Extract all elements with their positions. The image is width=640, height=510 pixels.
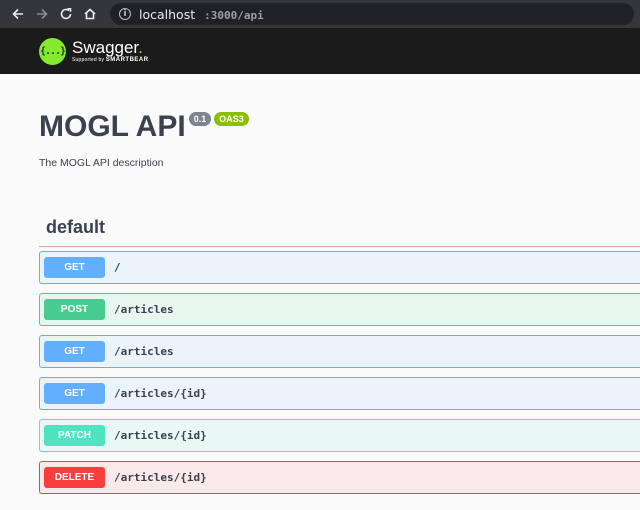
tag-name: default <box>46 217 106 237</box>
operation-delete-article-by-id[interactable]: DELETE /articles/{id} <box>39 461 640 494</box>
back-button[interactable] <box>6 2 30 26</box>
page-title: MOGL API <box>39 110 186 143</box>
swagger-logo-text[interactable]: Swagger. Supported by SMARTBEAR <box>72 37 149 64</box>
operation-path: /articles/{id} <box>114 471 207 484</box>
tag-section-default: default GET / POST /articles GET /articl… <box>0 209 640 494</box>
operation-path: / <box>114 261 121 274</box>
forward-button[interactable] <box>30 2 54 26</box>
info-icon[interactable]: i <box>119 8 131 20</box>
operation-patch-article-by-id[interactable]: PATCH /articles/{id} <box>39 419 640 452</box>
logo-subtitle: Supported by SMARTBEAR <box>72 56 149 63</box>
swagger-topbar: {...} Swagger. Supported by SMARTBEAR <box>0 28 640 74</box>
url-path: :3000/api <box>204 8 264 22</box>
url-text[interactable]: localhost :3000/api <box>139 7 264 22</box>
operation-post-articles[interactable]: POST /articles <box>39 293 640 326</box>
operation-get-root[interactable]: GET / <box>39 251 640 284</box>
arrow-right-icon <box>37 8 48 20</box>
version-badge: 0.1 <box>188 112 212 126</box>
swagger-logo-icon[interactable]: {...} <box>39 37 66 65</box>
operation-path: /articles/{id} <box>114 387 207 400</box>
method-badge: DELETE <box>44 467 105 488</box>
method-badge: GET <box>44 341 105 362</box>
address-bar[interactable]: i localhost :3000/api <box>110 3 634 25</box>
home-button[interactable] <box>78 2 102 26</box>
tag-header[interactable]: default <box>39 209 640 247</box>
method-badge: GET <box>44 257 105 278</box>
method-badge: GET <box>44 383 105 404</box>
operation-path: /articles <box>114 345 174 358</box>
method-badge: PATCH <box>44 425 105 446</box>
api-info: MOGL API 0.1 OAS3 The MOGL API descripti… <box>0 110 640 169</box>
api-description: The MOGL API description <box>39 157 164 169</box>
title-row: MOGL API 0.1 OAS3 <box>39 110 640 144</box>
home-icon <box>84 8 96 20</box>
browser-toolbar: i localhost :3000/api <box>0 0 640 28</box>
reload-icon <box>60 8 72 20</box>
operation-path: /articles <box>114 303 174 316</box>
logo-name: Swagger. <box>72 37 143 57</box>
reload-button[interactable] <box>54 2 78 26</box>
operation-get-article-by-id[interactable]: GET /articles/{id} <box>39 377 640 410</box>
url-host: localhost <box>139 6 196 22</box>
method-badge: POST <box>44 299 105 320</box>
arrow-left-icon <box>12 8 23 20</box>
oas-badge: OAS3 <box>214 112 249 126</box>
operation-path: /articles/{id} <box>114 429 207 442</box>
operation-get-articles[interactable]: GET /articles <box>39 335 640 368</box>
